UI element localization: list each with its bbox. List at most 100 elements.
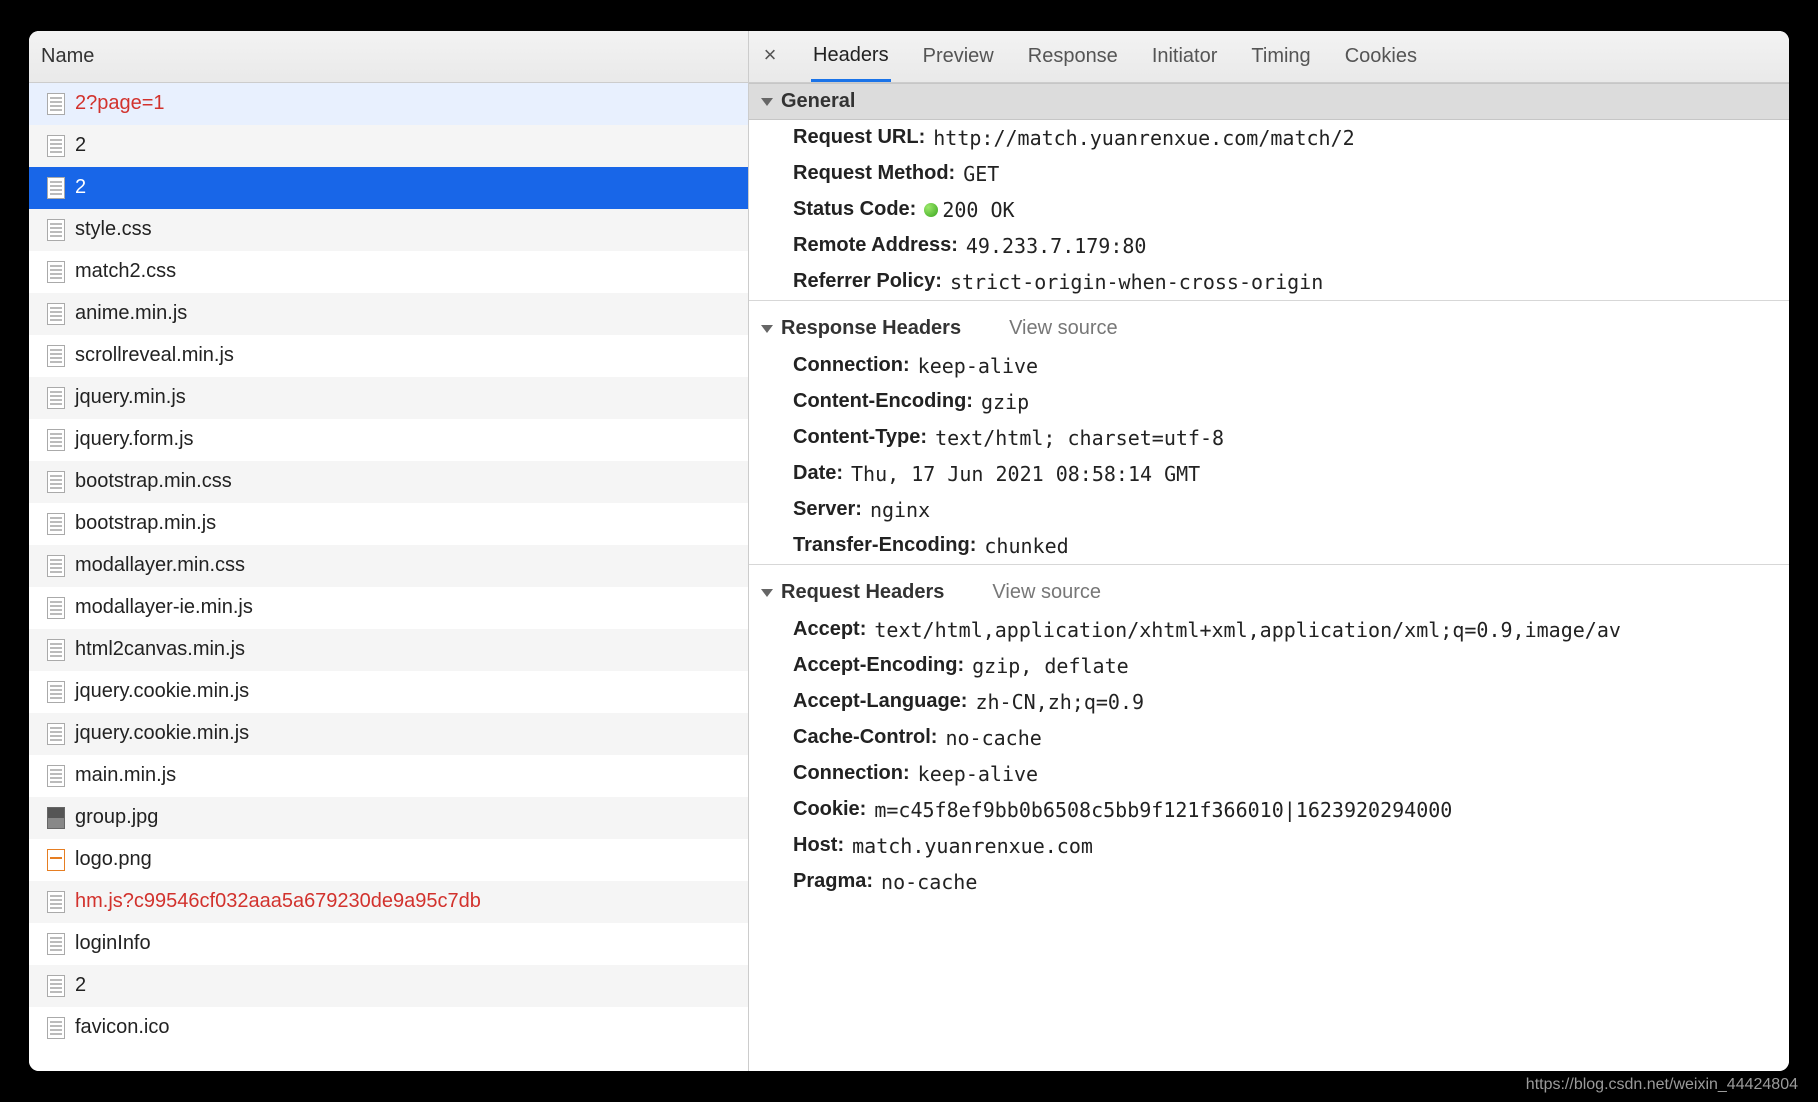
tab-headers[interactable]: Headers xyxy=(811,32,891,82)
request-name: jquery.form.js xyxy=(75,428,194,451)
section-header[interactable]: General xyxy=(749,83,1789,120)
request-row[interactable]: modallayer-ie.min.js xyxy=(29,587,748,629)
request-name: bootstrap.min.js xyxy=(75,512,216,535)
request-name: favicon.ico xyxy=(75,1016,170,1039)
header-row: Cache-Control: no-cache xyxy=(749,720,1789,756)
section-title: Response Headers xyxy=(781,317,961,340)
request-row[interactable]: bootstrap.min.js xyxy=(29,503,748,545)
header-value: keep-alive xyxy=(918,762,1038,786)
file-icon xyxy=(47,387,65,409)
file-icon xyxy=(47,429,65,451)
file-icon xyxy=(47,135,65,157)
header-value: m=c45f8ef9bb0b6508c5bb9f121f366010|16239… xyxy=(874,798,1452,822)
header-key: Transfer-Encoding: xyxy=(793,534,976,558)
header-row: Server: nginx xyxy=(749,492,1789,528)
request-name: 2 xyxy=(75,176,86,199)
request-row[interactable]: jquery.form.js xyxy=(29,419,748,461)
request-name: main.min.js xyxy=(75,764,176,787)
header-key: Accept-Language: xyxy=(793,690,967,714)
request-row[interactable]: favicon.ico xyxy=(29,1007,748,1049)
disclosure-triangle-icon xyxy=(761,589,773,597)
request-row[interactable]: logo.png xyxy=(29,839,748,881)
request-row[interactable]: loginInfo xyxy=(29,923,748,965)
file-icon xyxy=(47,891,65,913)
request-row[interactable]: html2canvas.min.js xyxy=(29,629,748,671)
header-row: Accept-Encoding: gzip, deflate xyxy=(749,648,1789,684)
request-row[interactable]: match2.css xyxy=(29,251,748,293)
file-icon xyxy=(47,177,65,199)
header-value: zh-CN,zh;q=0.9 xyxy=(975,690,1144,714)
request-name: scrollreveal.min.js xyxy=(75,344,234,367)
header-value: keep-alive xyxy=(918,354,1038,378)
request-name: loginInfo xyxy=(75,932,151,955)
file-icon xyxy=(47,639,65,661)
header-value: http://match.yuanrenxue.com/match/2 xyxy=(933,126,1354,150)
section-header[interactable]: Request Headers View source xyxy=(749,564,1789,612)
request-row[interactable]: jquery.cookie.min.js xyxy=(29,713,748,755)
detail-pane: × Headers Preview Response Initiator Timing C… xyxy=(749,31,1789,1071)
header-value: nginx xyxy=(870,498,930,522)
file-icon xyxy=(47,1017,65,1039)
request-row[interactable]: 2 xyxy=(29,965,748,1007)
header-value: gzip, deflate xyxy=(972,654,1129,678)
request-row[interactable]: 2?page=1 xyxy=(29,83,748,125)
request-row[interactable]: 2 xyxy=(29,125,748,167)
header-key: Cache-Control: xyxy=(793,726,937,750)
header-value: match.yuanrenxue.com xyxy=(852,834,1093,858)
request-row[interactable]: style.css xyxy=(29,209,748,251)
file-icon xyxy=(47,723,65,745)
file-icon xyxy=(47,681,65,703)
file-icon xyxy=(47,513,65,535)
request-name: 2 xyxy=(75,134,86,157)
request-name: match2.css xyxy=(75,260,176,283)
request-row[interactable]: modallayer.min.css xyxy=(29,545,748,587)
file-icon xyxy=(47,219,65,241)
request-row[interactable]: 2 xyxy=(29,167,748,209)
disclosure-triangle-icon xyxy=(761,98,773,106)
request-name: hm.js?c99546cf032aaa5a679230de9a95c7db xyxy=(75,890,481,913)
header-key: Content-Type: xyxy=(793,426,927,450)
header-value: text/html; charset=utf-8 xyxy=(935,426,1224,450)
header-value: GET xyxy=(963,162,999,186)
name-column-header[interactable]: Name xyxy=(29,31,748,83)
tab-response[interactable]: Response xyxy=(1026,33,1120,80)
header-key: Server: xyxy=(793,498,862,522)
header-value: gzip xyxy=(981,390,1029,414)
header-key: Accept-Encoding: xyxy=(793,654,964,678)
tab-initiator[interactable]: Initiator xyxy=(1150,33,1220,80)
request-row[interactable]: jquery.cookie.min.js xyxy=(29,671,748,713)
file-icon xyxy=(47,975,65,997)
view-source-link[interactable]: View source xyxy=(992,581,1101,604)
detail-tabs: × Headers Preview Response Initiator Timing C… xyxy=(749,31,1789,83)
section-title: Request Headers xyxy=(781,581,944,604)
devtools-network-panel: Name 2?page=1 2 2 style.css match2.css anime.… xyxy=(29,31,1789,1071)
request-name: modallayer.min.css xyxy=(75,554,245,577)
tab-cookies[interactable]: Cookies xyxy=(1343,33,1419,80)
request-name: jquery.cookie.min.js xyxy=(75,680,249,703)
request-name: group.jpg xyxy=(75,806,158,829)
headers-panel: GeneralRequest URL:http://match.yuanrenx… xyxy=(749,83,1789,1071)
request-list-pane: Name 2?page=1 2 2 style.css match2.css anime.… xyxy=(29,31,749,1071)
tab-timing[interactable]: Timing xyxy=(1249,33,1312,80)
request-row[interactable]: hm.js?c99546cf032aaa5a679230de9a95c7db xyxy=(29,881,748,923)
file-icon xyxy=(47,93,65,115)
view-source-link[interactable]: View source xyxy=(1009,317,1118,340)
request-row[interactable]: bootstrap.min.css xyxy=(29,461,748,503)
file-icon xyxy=(47,933,65,955)
header-key: Remote Address: xyxy=(793,234,958,258)
request-name: modallayer-ie.min.js xyxy=(75,596,253,619)
request-row[interactable]: anime.min.js xyxy=(29,293,748,335)
request-row[interactable]: group.jpg xyxy=(29,797,748,839)
close-icon[interactable]: × xyxy=(759,46,781,68)
header-value: no-cache xyxy=(945,726,1041,750)
section-header[interactable]: Response Headers View source xyxy=(749,300,1789,348)
tab-preview[interactable]: Preview xyxy=(921,33,996,80)
file-icon xyxy=(47,345,65,367)
header-row: Status Code:200 OK xyxy=(749,192,1789,228)
header-row: Referrer Policy:strict-origin-when-cross… xyxy=(749,264,1789,300)
request-row[interactable]: jquery.min.js xyxy=(29,377,748,419)
request-row[interactable]: main.min.js xyxy=(29,755,748,797)
request-name: 2?page=1 xyxy=(75,92,165,115)
request-name: style.css xyxy=(75,218,152,241)
request-row[interactable]: scrollreveal.min.js xyxy=(29,335,748,377)
